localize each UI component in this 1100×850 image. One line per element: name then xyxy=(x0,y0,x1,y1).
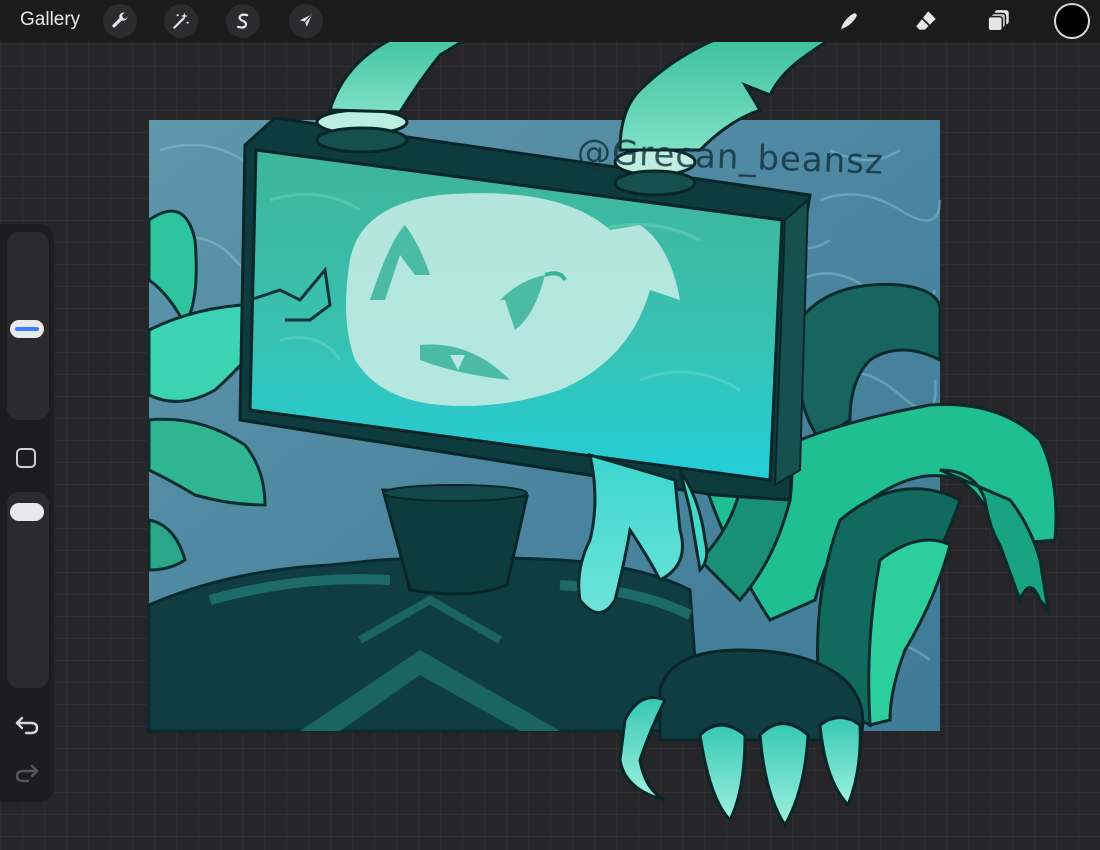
redo-arrow-icon xyxy=(15,764,39,783)
selection-button[interactable] xyxy=(226,4,260,38)
adjustments-button[interactable] xyxy=(164,4,198,38)
modify-button[interactable] xyxy=(16,448,36,468)
brush-sidebar xyxy=(0,224,54,802)
s-selection-icon xyxy=(236,13,249,29)
transform-button[interactable] xyxy=(289,4,323,38)
layers-icon xyxy=(987,10,1009,32)
artwork-canvas[interactable] xyxy=(0,0,1100,850)
layers-button[interactable] xyxy=(983,5,1015,37)
procreate-app: @Grecan_beansz Gallery xyxy=(0,0,1100,850)
brush-size-thumb[interactable] xyxy=(10,320,44,339)
eraser-icon xyxy=(916,11,936,30)
eraser-button[interactable] xyxy=(910,5,942,37)
smudge-icon xyxy=(841,13,857,29)
brush-opacity-slider[interactable] xyxy=(7,492,49,688)
magic-wand-icon xyxy=(173,12,189,29)
undo-arrow-icon xyxy=(15,716,39,735)
wrench-icon xyxy=(112,12,128,28)
redo-button[interactable] xyxy=(14,760,40,784)
brush-size-indicator xyxy=(15,327,39,332)
brush-opacity-thumb[interactable] xyxy=(10,502,44,521)
brush-size-slider[interactable] xyxy=(7,232,49,420)
color-picker-swatch[interactable] xyxy=(1054,3,1090,39)
actions-button[interactable] xyxy=(103,4,137,38)
undo-button[interactable] xyxy=(14,712,40,736)
arrow-cursor-icon xyxy=(300,14,312,27)
gallery-button[interactable]: Gallery xyxy=(20,9,80,31)
top-toolbar: Gallery xyxy=(0,0,1100,42)
smudge-button[interactable] xyxy=(833,5,865,37)
